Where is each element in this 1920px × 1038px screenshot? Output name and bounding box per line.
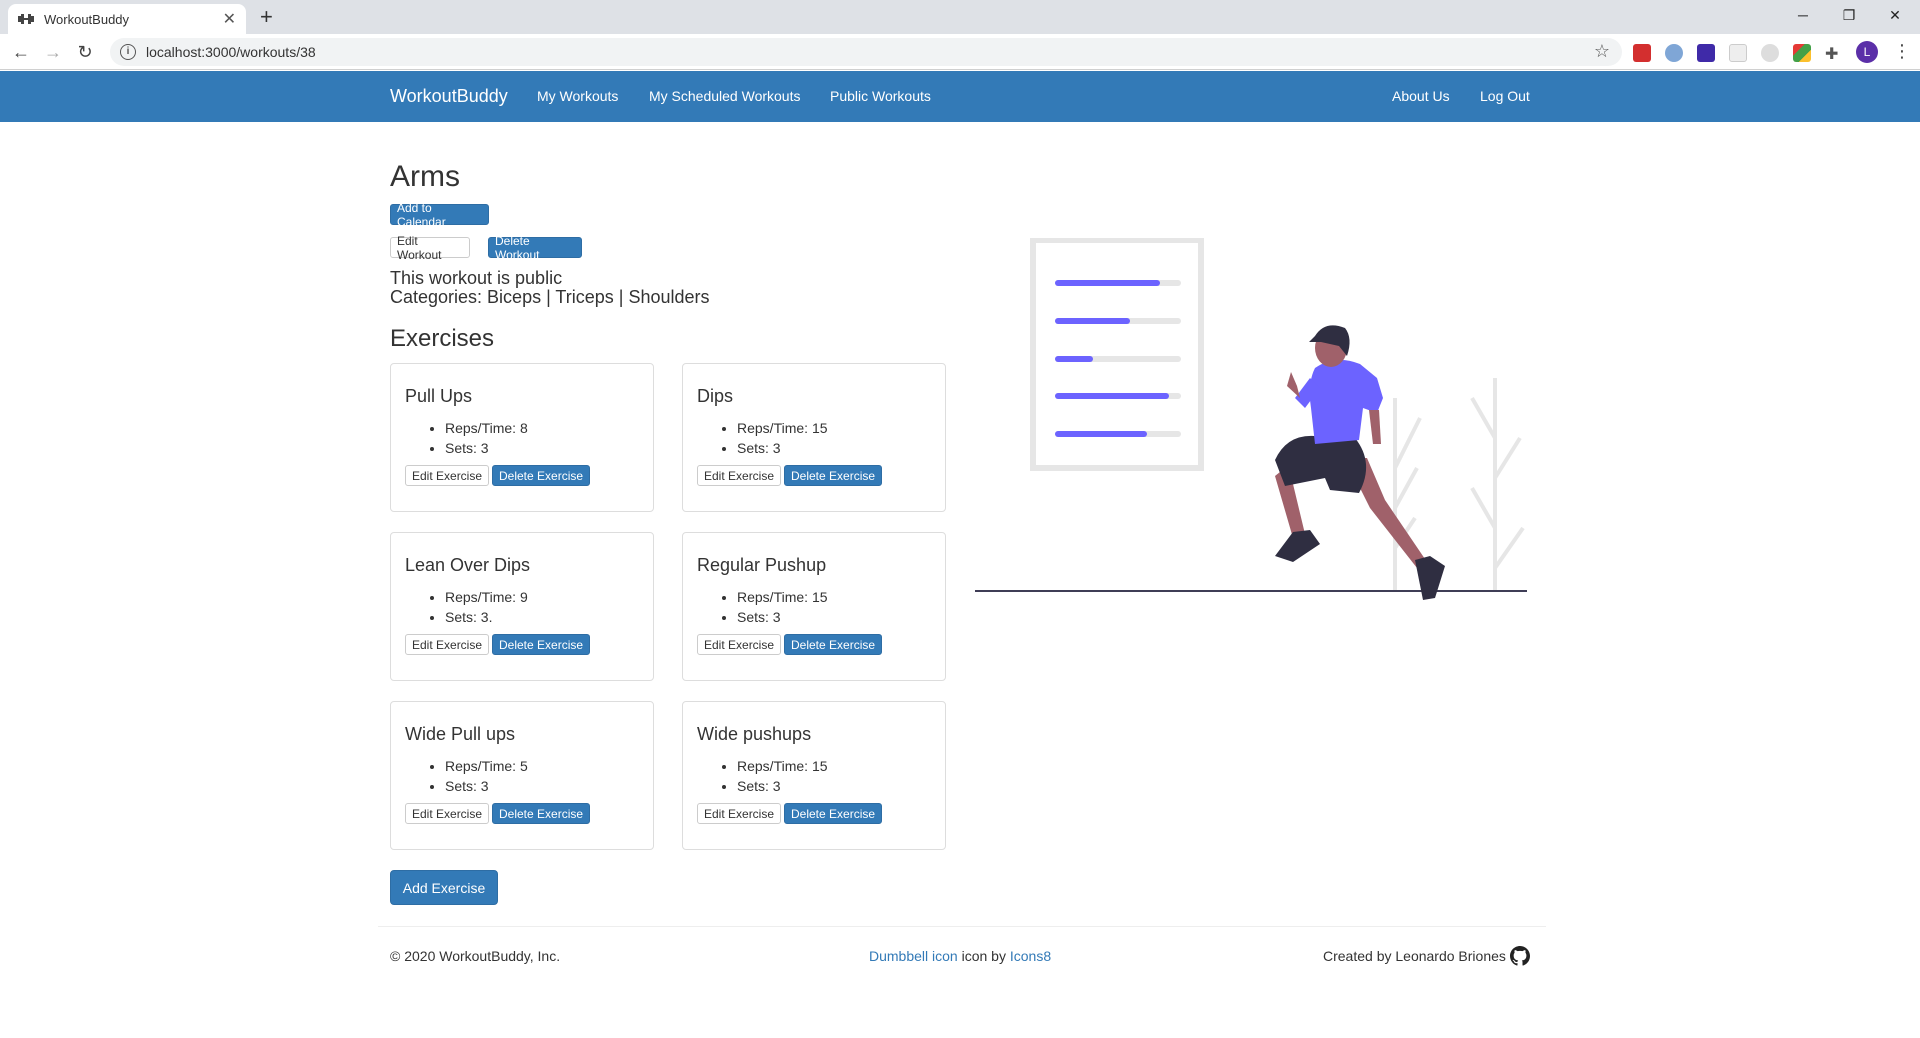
exercise-name: Lean Over Dips [405, 555, 531, 575]
close-window-icon[interactable]: ✕ [1872, 0, 1918, 30]
exercise-sets: Sets: 3 [445, 776, 528, 796]
nav-log-out[interactable]: Log Out [1480, 88, 1530, 104]
url-text: localhost:3000/workouts/38 [146, 44, 316, 60]
footer-copyright: © 2020 WorkoutBuddy, Inc. [390, 948, 561, 964]
reload-icon[interactable]: ↻ [73, 40, 97, 64]
edit-exercise-button[interactable]: Edit Exercise [697, 803, 782, 824]
tab-title: WorkoutBuddy [44, 11, 130, 27]
edit-exercise-button[interactable]: Edit Exercise [405, 803, 490, 824]
edit-exercise-button[interactable]: Edit Exercise [697, 465, 782, 486]
forward-icon[interactable]: → [41, 40, 65, 64]
restore-icon[interactable]: ❐ [1826, 0, 1872, 30]
exercise-card: Dips Reps/Time: 15 Sets: 3 Edit Exercise… [682, 363, 946, 512]
extension-icon[interactable] [1633, 44, 1651, 62]
new-tab-icon[interactable]: + [260, 6, 273, 28]
nav-my-workouts[interactable]: My Workouts [537, 88, 618, 104]
exercise-name: Pull Ups [405, 386, 473, 406]
exercise-name: Dips [697, 386, 734, 406]
workout-title: Arms [390, 160, 460, 193]
exercise-reps: Reps/Time: 5 [445, 756, 528, 776]
footer-divider [378, 926, 1546, 927]
add-exercise-button[interactable]: Add Exercise [390, 870, 498, 905]
delete-exercise-button[interactable]: Delete Exercise [784, 465, 883, 486]
delete-exercise-button[interactable]: Delete Exercise [492, 803, 591, 824]
close-tab-icon[interactable]: ✕ [223, 9, 236, 29]
address-bar[interactable]: i localhost:3000/workouts/38 ☆ [110, 38, 1622, 66]
icon-by-text: icon by [957, 948, 1010, 964]
profile-avatar[interactable]: L [1856, 41, 1878, 63]
edit-workout-button[interactable]: Edit Workout [390, 234, 470, 262]
nav-public-workouts[interactable]: Public Workouts [830, 88, 931, 104]
exercise-reps: Reps/Time: 15 [737, 756, 828, 776]
site-navbar: WorkoutBuddy My Workouts My Scheduled Wo… [0, 71, 1920, 122]
extension-icon[interactable] [1665, 44, 1683, 62]
exercise-reps: Reps/Time: 8 [445, 418, 528, 438]
extension-icon[interactable] [1697, 44, 1715, 62]
footer-created-by: Created by Leonardo Briones [1323, 948, 1506, 964]
edit-exercise-button[interactable]: Edit Exercise [405, 634, 490, 655]
exercise-name: Regular Pushup [697, 555, 827, 575]
nav-my-scheduled-workouts[interactable]: My Scheduled Workouts [649, 88, 800, 104]
extension-icon[interactable] [1793, 44, 1811, 62]
site-info-icon[interactable]: i [120, 44, 136, 60]
exercise-name: Wide pushups [697, 724, 812, 744]
extension-icon[interactable] [1761, 44, 1779, 62]
edit-exercise-button[interactable]: Edit Exercise [697, 634, 782, 655]
delete-exercise-button[interactable]: Delete Exercise [492, 634, 591, 655]
footer-credits: Dumbbell icon icon by Icons8 [869, 948, 1051, 964]
bookmark-star-icon[interactable]: ☆ [1594, 41, 1610, 62]
delete-exercise-button[interactable]: Delete Exercise [784, 803, 883, 824]
visibility-text: This workout is public [390, 268, 563, 288]
dumbbell-icon-link[interactable]: Dumbbell icon [869, 948, 958, 964]
add-to-calendar-button[interactable]: Add to Calendar [390, 201, 489, 229]
browser-tabstrip: WorkoutBuddy ✕ + ─ ❐ ✕ [0, 0, 1920, 34]
exercise-card: Wide pushups Reps/Time: 15 Sets: 3 Edit … [682, 701, 946, 850]
delete-exercise-button[interactable]: Delete Exercise [784, 634, 883, 655]
delete-workout-button[interactable]: Delete Workout [488, 234, 582, 262]
puzzle-extensions-icon[interactable]: ✚ [1825, 44, 1843, 63]
exercise-sets: Sets: 3 [737, 438, 828, 458]
delete-exercise-button[interactable]: Delete Exercise [492, 465, 591, 486]
exercise-card: Lean Over Dips Reps/Time: 9 Sets: 3. Edi… [390, 532, 654, 681]
exercise-card: Wide Pull ups Reps/Time: 5 Sets: 3 Edit … [390, 701, 654, 850]
categories-text: Categories: Biceps | Triceps | Shoulders [390, 287, 710, 307]
exercise-reps: Reps/Time: 15 [737, 418, 828, 438]
exercise-name: Wide Pull ups [405, 724, 516, 744]
nav-about-us[interactable]: About Us [1392, 88, 1450, 104]
exercise-reps: Reps/Time: 9 [445, 587, 528, 607]
exercise-card: Pull Ups Reps/Time: 8 Sets: 3 Edit Exerc… [390, 363, 654, 512]
exercise-sets: Sets: 3. [445, 607, 528, 627]
exercise-sets: Sets: 3 [737, 607, 828, 627]
browser-tab[interactable]: WorkoutBuddy ✕ [8, 4, 246, 34]
exercise-card: Regular Pushup Reps/Time: 15 Sets: 3 Edi… [682, 532, 946, 681]
browser-menu-icon[interactable]: ⋮ [1893, 41, 1911, 62]
running-man-illustration [975, 238, 1527, 600]
exercises-heading: Exercises [390, 325, 495, 352]
extension-icon[interactable] [1729, 44, 1747, 62]
minimize-icon[interactable]: ─ [1780, 0, 1826, 30]
exercise-reps: Reps/Time: 15 [737, 587, 828, 607]
github-icon[interactable] [1510, 946, 1530, 971]
exercise-sets: Sets: 3 [737, 776, 828, 796]
icons8-link[interactable]: Icons8 [1010, 948, 1051, 964]
dumbbell-favicon-icon [18, 11, 34, 27]
brand-link[interactable]: WorkoutBuddy [390, 86, 508, 107]
edit-exercise-button[interactable]: Edit Exercise [405, 465, 490, 486]
back-icon[interactable]: ← [9, 40, 33, 64]
exercise-sets: Sets: 3 [445, 438, 528, 458]
browser-toolbar: ← → ↻ i localhost:3000/workouts/38 ☆ ✚ [0, 34, 1920, 70]
